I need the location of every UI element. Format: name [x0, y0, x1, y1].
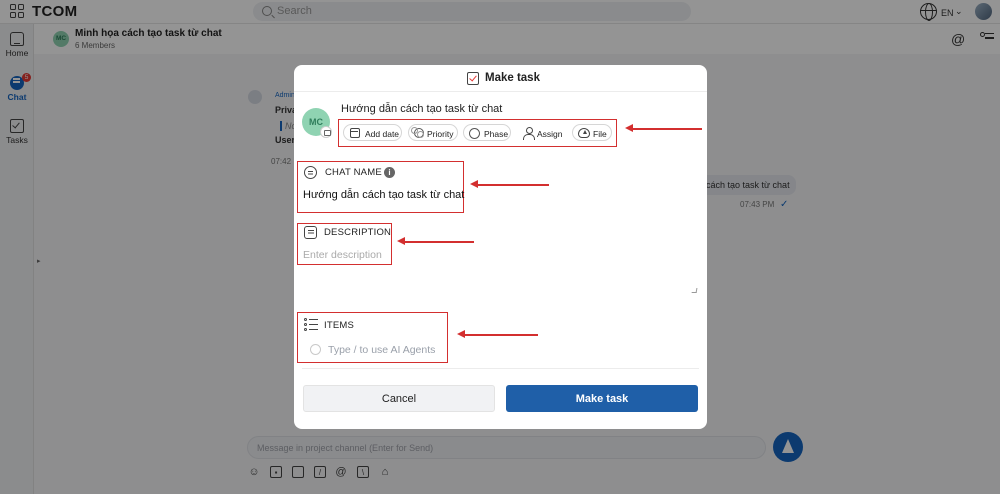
- item-radio[interactable]: [310, 344, 321, 355]
- task-actions-highlight: Add date Priority Phase Assign File: [338, 119, 617, 147]
- phase-label: Phase: [484, 129, 509, 139]
- priority-label: Priority: [427, 129, 454, 139]
- priority-icon: [414, 128, 424, 138]
- chat-bubble-icon: [304, 166, 317, 179]
- calendar-icon: [350, 128, 360, 138]
- assign-label: Assign: [537, 129, 563, 139]
- description-input[interactable]: Enter description: [303, 249, 382, 261]
- modal-divider: [302, 368, 699, 369]
- cancel-button[interactable]: Cancel: [303, 385, 495, 412]
- modal-title: Make task: [485, 72, 540, 84]
- description-icon: [304, 226, 317, 239]
- make-task-modal: Make task MC Hướng dẫn cách tạo task từ …: [294, 65, 707, 429]
- annotation-arrow: [397, 237, 474, 245]
- chat-name-label: CHAT NAME: [325, 167, 382, 178]
- file-button[interactable]: File: [572, 124, 612, 141]
- upload-icon: [578, 128, 590, 138]
- assign-button[interactable]: Assign: [516, 124, 566, 141]
- phase-icon: [469, 128, 480, 139]
- phase-button[interactable]: Phase: [463, 124, 511, 141]
- items-label: ITEMS: [324, 320, 355, 331]
- add-date-button[interactable]: Add date: [343, 124, 402, 141]
- modal-header: Make task: [294, 65, 707, 92]
- make-task-button[interactable]: Make task: [506, 385, 698, 412]
- user-icon: [523, 127, 535, 140]
- annotation-arrow: [470, 180, 549, 188]
- chat-name-value: Hướng dẫn cách tạo task từ chat: [303, 189, 465, 201]
- resize-handle-icon[interactable]: [691, 288, 698, 293]
- priority-button[interactable]: Priority: [408, 124, 458, 141]
- add-date-label: Add date: [365, 129, 400, 139]
- task-check-icon: [467, 72, 479, 85]
- file-label: File: [593, 129, 607, 139]
- items-input[interactable]: Type / to use AI Agents: [328, 344, 435, 356]
- info-icon[interactable]: i: [384, 167, 395, 178]
- annotation-arrow: [625, 124, 702, 132]
- description-label: DESCRIPTION: [324, 227, 392, 238]
- task-name-input[interactable]: Hướng dẫn cách tạo task từ chat: [341, 103, 502, 115]
- checklist-items-icon: [304, 318, 318, 331]
- calendar-badge-icon[interactable]: [320, 126, 332, 138]
- annotation-arrow: [457, 330, 538, 338]
